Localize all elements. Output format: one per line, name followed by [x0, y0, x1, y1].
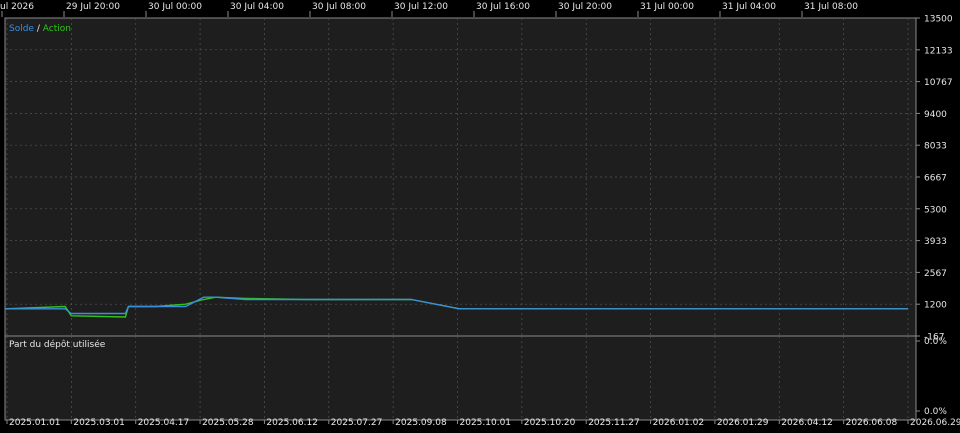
legend-separator: / [33, 24, 43, 34]
top-tick-label: 31 Jul 08:00 [804, 2, 858, 12]
y-tick-label: 9400 [924, 110, 947, 120]
x-tick-label: 2026.06.08 [846, 418, 898, 428]
top-tick-label: 30 Jul 12:00 [394, 2, 448, 12]
top-tick-label: 30 Jul 00:00 [148, 2, 202, 12]
top-tick-label: 31 Jul 04:00 [722, 2, 776, 12]
y-tick-label: 2567 [924, 269, 947, 279]
x-tick-label: 2025.04.17 [138, 418, 190, 428]
subwindow-title: Part du dépôt utilisée [9, 340, 106, 350]
x-tick-label: 2026.04.12 [781, 418, 833, 428]
price-axis: 13500 12133 10767 9400 8033 6667 5300 3933 2567 1… [916, 15, 953, 343]
x-tick-label: 2025.11.27 [588, 418, 640, 428]
x-tick-label: 2026.06.29 [910, 418, 960, 428]
top-tick-label: 31 Jul 00:00 [640, 2, 694, 12]
legend-equity: Action [42, 24, 71, 34]
x-tick-label: 2025.09.08 [395, 418, 447, 428]
x-tick-label: 2026.01.29 [717, 418, 769, 428]
y-tick-label: 12133 [924, 46, 953, 56]
y-tick-label: 1200 [924, 301, 947, 311]
top-tick-label: 30 Jul 04:00 [230, 2, 284, 12]
x-tick-label: 2025.05.28 [202, 418, 254, 428]
x-tick-label: 2026.01.02 [653, 418, 705, 428]
chart-svg: ul 2026 29 Jul 20:00 30 Jul 00:00 30 Jul 04… [0, 2, 960, 428]
top-time-axis: ul 2026 29 Jul 20:00 30 Jul 00:00 30 Jul 04… [0, 2, 858, 17]
top-tick-label: 29 Jul 20:00 [66, 2, 120, 12]
sub-tick-label: 0.0% [924, 337, 947, 347]
x-tick-label: 2025.07.27 [331, 418, 383, 428]
x-tick-label: 2025.10.20 [524, 418, 576, 428]
y-tick-label: 3933 [924, 237, 947, 247]
x-tick-label: 2025.06.12 [266, 418, 318, 428]
sub-tick-label: 0.0% [924, 407, 947, 417]
top-tick-label: 30 Jul 20:00 [558, 2, 612, 12]
legend-balance: Solde [9, 24, 34, 34]
y-tick-label: 13500 [924, 15, 953, 25]
y-tick-label: 8033 [924, 142, 947, 152]
x-tick-label: 2025.10.01 [460, 418, 512, 428]
x-tick-label: 2025.01.01 [9, 418, 61, 428]
top-tick-label: 30 Jul 16:00 [476, 2, 530, 12]
top-tick-label: 30 Jul 08:00 [312, 2, 366, 12]
top-tick-label: ul 2026 [0, 2, 34, 12]
y-tick-label: 6667 [924, 173, 947, 183]
legend: Solde / Action [9, 24, 71, 34]
bottom-date-axis: 2025.01.01 2025.03.01 2025.04.17 2025.05.28… [6, 418, 960, 428]
x-tick-label: 2025.03.01 [73, 418, 125, 428]
y-tick-label: 10767 [924, 78, 953, 88]
strategy-tester-graph: ul 2026 29 Jul 20:00 30 Jul 00:00 30 Jul 04… [0, 0, 960, 429]
subwindow-axis: 0.0% 0.0% [916, 337, 947, 417]
y-tick-label: 5300 [924, 205, 947, 215]
